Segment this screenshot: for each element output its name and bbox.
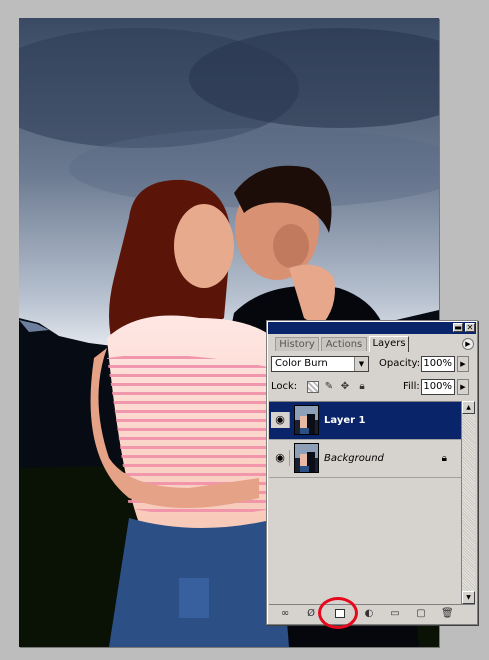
palette-tabs: History Actions Layers: [269, 336, 475, 352]
palette-title-bar[interactable]: ▬ ✕: [268, 322, 476, 334]
opacity-slider-arrow-icon[interactable]: ▶: [457, 356, 469, 372]
opacity-field[interactable]: 100%: [421, 356, 455, 372]
lock-pixels-brush-icon[interactable]: ✎: [323, 381, 335, 393]
close-icon[interactable]: ✕: [465, 323, 475, 332]
palette-menu-icon[interactable]: ▶: [462, 338, 474, 350]
palette-bottom-toolbar: ∞ Ø ◐ ▭ ▢ 🗑︎: [269, 604, 475, 623]
lock-label: Lock:: [271, 381, 298, 392]
new-group-icon[interactable]: ▭: [389, 609, 401, 619]
tab-actions[interactable]: Actions: [321, 337, 367, 351]
scroll-up-icon[interactable]: ▲: [462, 401, 475, 414]
minimize-icon[interactable]: ▬: [453, 323, 463, 332]
scroll-down-icon[interactable]: ▼: [462, 591, 475, 604]
lock-icon: 🔒︎: [441, 453, 447, 464]
fill-field[interactable]: 100%: [421, 379, 455, 395]
new-layer-icon[interactable]: ▢: [415, 609, 427, 619]
blend-mode-select[interactable]: Color Burn ▼: [271, 356, 369, 372]
blend-mode-value: Color Burn: [275, 358, 328, 369]
highlight-circle-annotation: [318, 597, 358, 629]
blend-opacity-row: Color Burn ▼ Opacity: 100% ▶: [271, 356, 473, 374]
link-icon[interactable]: ∞: [279, 609, 291, 619]
lock-fill-row: Lock: ✎ ✥ 🔒︎ Fill: 100% ▶: [271, 379, 473, 397]
tab-layers[interactable]: Layers: [369, 336, 409, 352]
fill-label: Fill:: [403, 381, 420, 392]
layer-name: Background: [324, 453, 384, 464]
lock-transparency-icon[interactable]: [307, 381, 319, 393]
layer-row-background[interactable]: ◉ Background 🔒︎: [269, 440, 461, 478]
layer-row-layer-1[interactable]: ◉ Layer 1: [269, 402, 461, 440]
visibility-eye-icon[interactable]: ◉: [271, 450, 290, 466]
chevron-down-icon[interactable]: ▼: [354, 357, 368, 371]
layer-thumbnail: [294, 443, 319, 473]
layers-list: ◉ Layer 1 ◉ Background 🔒︎: [269, 401, 461, 602]
layer-name: Layer 1: [324, 415, 366, 426]
fill-slider-arrow-icon[interactable]: ▶: [457, 379, 469, 395]
adjustment-layer-icon[interactable]: ◐: [363, 609, 375, 619]
trash-icon[interactable]: 🗑︎: [441, 609, 454, 619]
layer-style-icon[interactable]: Ø: [305, 609, 317, 619]
layers-scrollbar[interactable]: ▲ ▼: [461, 401, 475, 604]
layer-thumbnail: [294, 405, 319, 435]
lock-all-icon[interactable]: 🔒︎: [356, 381, 368, 393]
lock-position-move-icon[interactable]: ✥: [339, 381, 351, 393]
opacity-label: Opacity:: [379, 358, 421, 369]
visibility-eye-icon[interactable]: ◉: [271, 412, 290, 428]
tab-history[interactable]: History: [275, 337, 319, 351]
layers-palette: ▬ ✕ History Actions Layers ▶ Color Burn …: [266, 320, 478, 625]
